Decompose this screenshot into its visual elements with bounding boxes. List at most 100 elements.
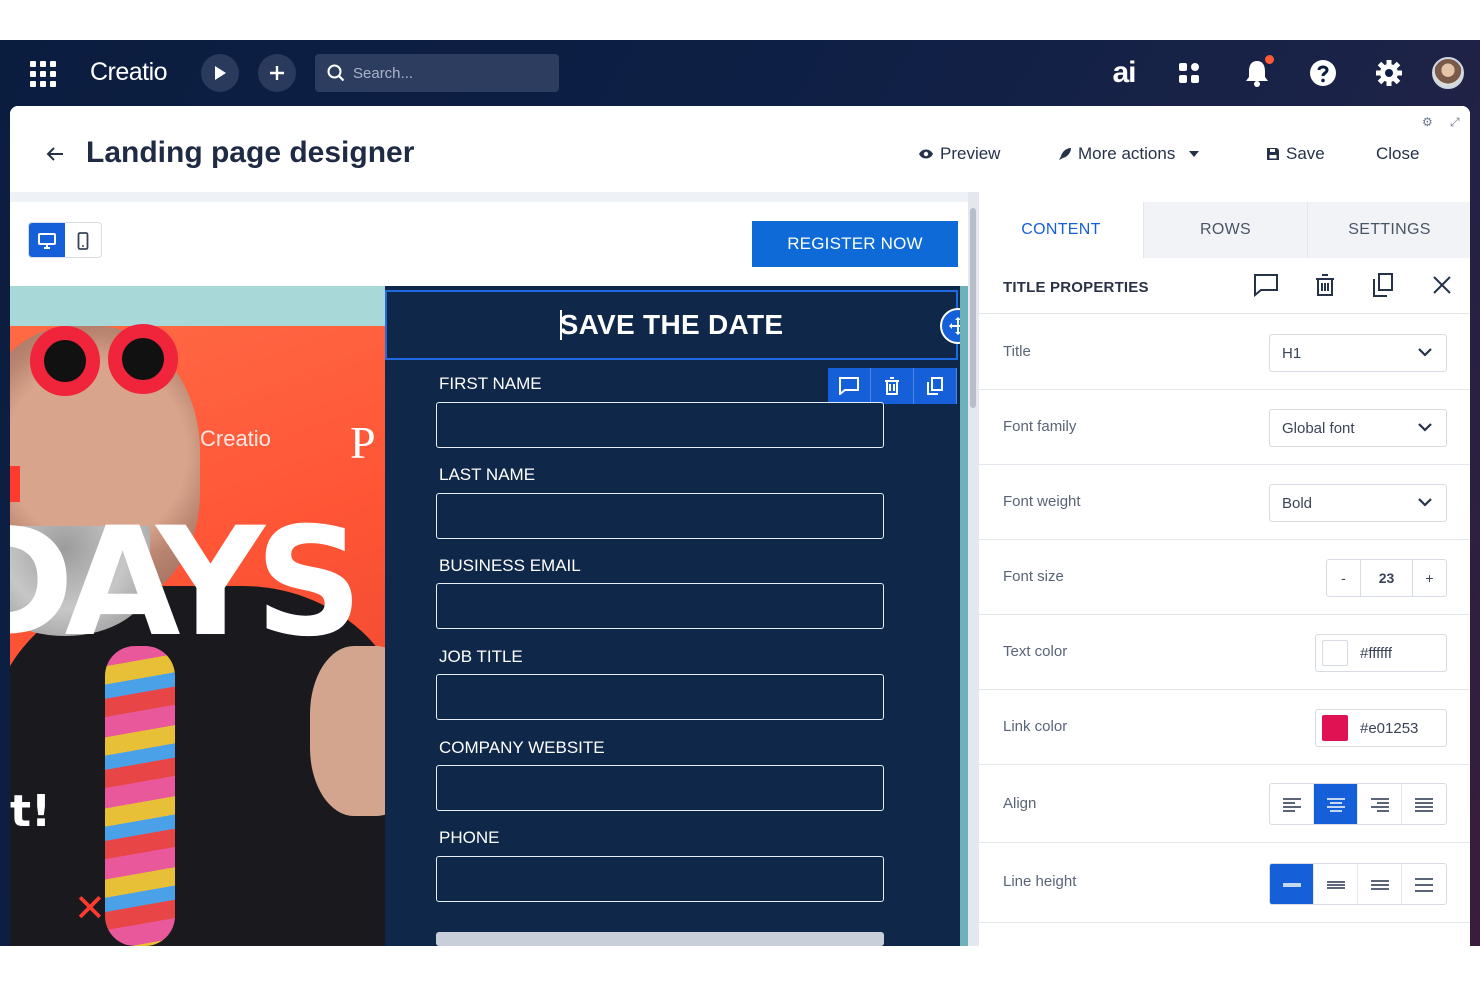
- font-family-select[interactable]: Global font: [1269, 409, 1447, 447]
- user-avatar[interactable]: [1432, 57, 1464, 89]
- plus-icon: [270, 66, 284, 80]
- gear-icon: [1376, 60, 1402, 86]
- run-process-button[interactable]: [201, 54, 239, 92]
- add-button[interactable]: [258, 54, 296, 92]
- small-gear-icon[interactable]: ⚙: [1422, 115, 1433, 129]
- eye-icon: [919, 149, 933, 159]
- creatio-logo[interactable]: Creatio: [90, 58, 168, 87]
- line-height-tight-button[interactable]: [1314, 864, 1358, 904]
- canvas-header-row: REGISTER NOW: [10, 202, 968, 286]
- play-icon: [215, 66, 226, 80]
- copy-icon: [927, 377, 943, 395]
- align-justify-button[interactable]: [1402, 784, 1446, 824]
- line-height-segmented: [1269, 863, 1447, 905]
- link-color-label: Link color: [1003, 718, 1068, 735]
- title-select[interactable]: H1: [1269, 334, 1447, 372]
- font-family-property-row: Font family Global font: [979, 390, 1470, 465]
- page-title: Landing page designer: [86, 136, 415, 169]
- more-actions-button[interactable]: More actions: [1058, 144, 1200, 164]
- font-family-value: Global font: [1282, 419, 1355, 437]
- text-color-value: #ffffff: [1360, 644, 1392, 662]
- align-right-button[interactable]: [1358, 784, 1402, 824]
- font-size-decrement[interactable]: -: [1327, 560, 1361, 596]
- expand-icon[interactable]: ⤢: [1450, 115, 1460, 130]
- mobile-view-button[interactable]: [65, 223, 101, 257]
- business-email-input[interactable]: [436, 583, 884, 629]
- line-height-label: Line height: [1003, 873, 1077, 890]
- close-button[interactable]: Close: [1376, 144, 1419, 164]
- text-color-swatch[interactable]: [1322, 640, 1348, 666]
- save-button[interactable]: Save: [1266, 144, 1325, 164]
- align-center-button[interactable]: [1314, 784, 1358, 824]
- app-hub-button[interactable]: [1172, 56, 1206, 90]
- close-panel-button[interactable]: [1427, 270, 1457, 300]
- text-color-field[interactable]: #ffffff: [1315, 634, 1447, 672]
- line-height-tight-icon: [1326, 881, 1345, 889]
- hero-headline: DAYS: [10, 496, 363, 670]
- font-size-stepper: - 23 +: [1326, 559, 1447, 597]
- line-height-medium-button[interactable]: [1358, 864, 1402, 904]
- global-search-input[interactable]: Search...: [315, 54, 559, 92]
- design-canvas: REGISTER NOW Creatio P DAYS: [10, 192, 978, 946]
- form-title-block[interactable]: SAVE THE DATE: [385, 290, 958, 360]
- properties-panel: CONTENT ROWS SETTINGS TITLE PROPERTIES T…: [978, 192, 1470, 946]
- line-height-single-button[interactable]: [1270, 864, 1314, 904]
- copy-icon: [1373, 273, 1393, 297]
- link-color-swatch[interactable]: [1322, 715, 1348, 741]
- tab-settings[interactable]: SETTINGS: [1307, 202, 1470, 258]
- delete-button[interactable]: [1310, 270, 1340, 300]
- font-weight-select[interactable]: Bold: [1269, 484, 1447, 522]
- align-property-row: Align: [979, 765, 1470, 843]
- font-size-input[interactable]: 23: [1361, 560, 1413, 596]
- align-left-button[interactable]: [1270, 784, 1314, 824]
- settings-button[interactable]: [1372, 56, 1406, 90]
- duplicate-button[interactable]: [1368, 270, 1398, 300]
- top-bar: Creatio Search... ai: [0, 40, 1480, 106]
- align-segmented: [1269, 783, 1447, 825]
- font-size-increment[interactable]: +: [1413, 560, 1446, 596]
- panel-tabs: CONTENT ROWS SETTINGS: [979, 202, 1470, 258]
- delete-block-button[interactable]: [871, 368, 914, 404]
- title-value: H1: [1282, 344, 1302, 362]
- photo-x-mark: ✕: [74, 888, 106, 930]
- tab-rows[interactable]: ROWS: [1143, 202, 1307, 258]
- back-button[interactable]: [46, 142, 64, 168]
- business-email-label: BUSINESS EMAIL: [439, 556, 581, 575]
- canvas-scroll-thumb[interactable]: [970, 208, 976, 408]
- desktop-view-button[interactable]: [29, 223, 65, 257]
- hero-right-edge: [960, 286, 968, 946]
- chevron-down-icon: [1418, 423, 1432, 432]
- photo-glasses-right: [108, 324, 178, 394]
- phone-input[interactable]: [436, 856, 884, 902]
- register-now-button[interactable]: REGISTER NOW: [752, 221, 958, 267]
- font-size-property-row: Font size - 23 +: [979, 540, 1470, 615]
- app-hub-icon: [1179, 63, 1199, 83]
- comment-icon: [1254, 274, 1278, 297]
- font-weight-property-row: Font weight Bold: [979, 465, 1470, 540]
- last-name-input[interactable]: [436, 493, 884, 539]
- form-title[interactable]: SAVE THE DATE: [560, 309, 784, 341]
- apps-grid-icon[interactable]: [30, 61, 56, 87]
- comment-block-button[interactable]: [828, 368, 871, 404]
- link-color-field[interactable]: #e01253: [1315, 709, 1447, 747]
- first-name-input[interactable]: [436, 402, 884, 448]
- ai-button[interactable]: ai: [1104, 56, 1144, 90]
- hero-section: Creatio P DAYS t! ✕ SAVE THE DATE: [10, 286, 968, 946]
- help-button[interactable]: [1306, 56, 1340, 90]
- caret-down-icon: [1189, 151, 1200, 157]
- rocket-icon: [1059, 148, 1071, 160]
- job-title-input[interactable]: [436, 674, 884, 720]
- arrow-left-icon: [46, 147, 63, 161]
- designer-card: Landing page designer Preview More actio…: [10, 106, 1470, 946]
- canvas-scrollbar[interactable]: [968, 192, 978, 946]
- preview-button[interactable]: Preview: [918, 144, 1000, 164]
- company-website-input[interactable]: [436, 765, 884, 811]
- hero-tagline: t!: [10, 786, 52, 837]
- tab-content[interactable]: CONTENT: [979, 202, 1143, 258]
- help-icon: [1310, 60, 1336, 86]
- comment-button[interactable]: [1251, 270, 1281, 300]
- duplicate-block-button[interactable]: [914, 368, 957, 404]
- line-height-wide-button[interactable]: [1402, 864, 1446, 904]
- photo-flower-lei: [105, 646, 175, 946]
- hero-letter: P: [350, 417, 376, 468]
